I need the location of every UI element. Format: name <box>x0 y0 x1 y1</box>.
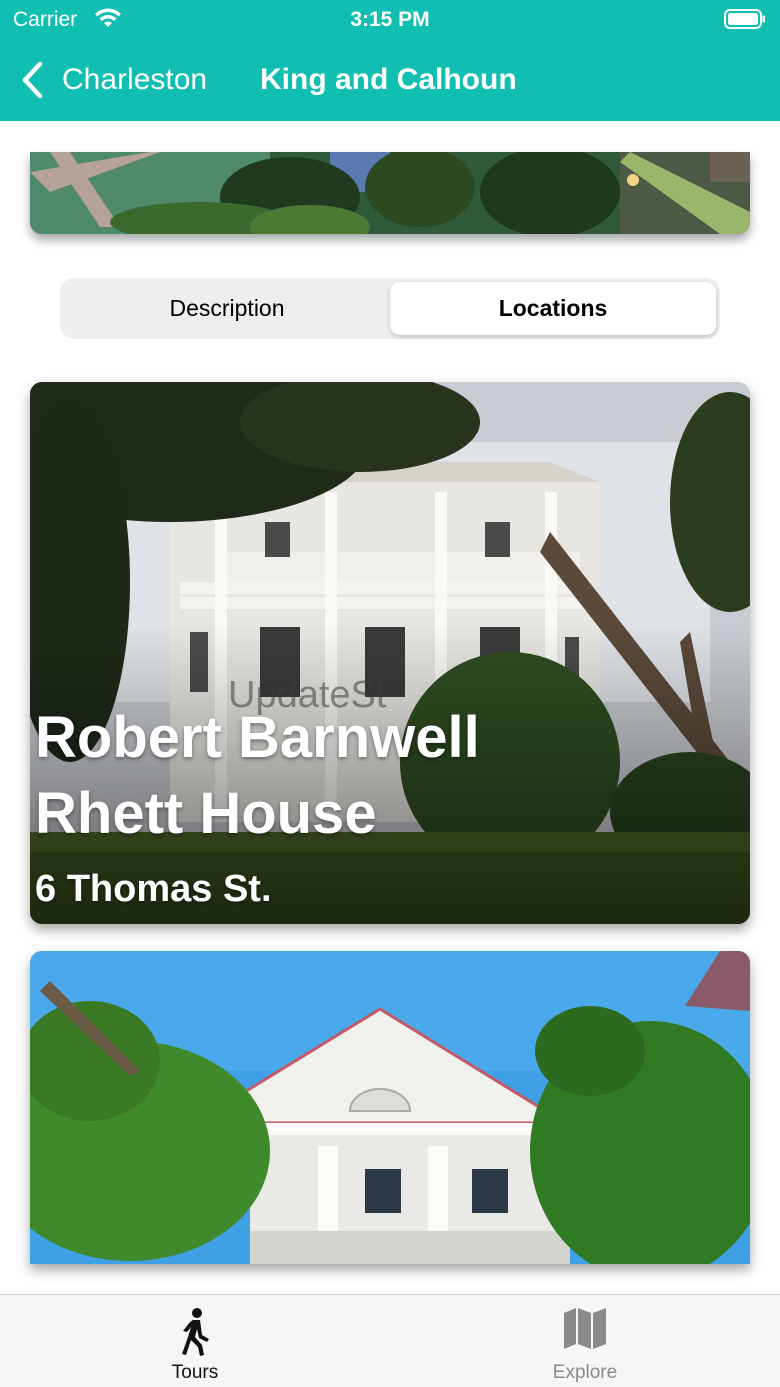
segment-description[interactable]: Description <box>64 282 390 335</box>
tab-bar: Tours Explore <box>0 1294 780 1387</box>
map-icon <box>564 1308 606 1349</box>
location-card[interactable] <box>30 951 750 1264</box>
navigation-bar: Charleston King and Calhoun <box>0 48 780 112</box>
segmented-control: Description Locations <box>60 278 720 339</box>
tab-tours[interactable]: Tours <box>0 1295 390 1387</box>
status-bar: Carrier 3:15 PM <box>0 0 780 40</box>
walking-person-icon <box>182 1308 209 1356</box>
tour-banner-image <box>30 152 750 234</box>
page-title: King and Calhoun <box>260 63 517 96</box>
back-button[interactable]: Charleston <box>20 58 207 102</box>
back-button-label: Charleston <box>62 63 208 96</box>
tab-tours-label: Tours <box>171 1362 219 1383</box>
location-address: 6 Thomas St. <box>35 868 272 910</box>
clock: 3:15 PM <box>350 8 430 31</box>
chevron-left-icon <box>22 61 43 99</box>
segment-locations[interactable]: Locations <box>390 282 716 335</box>
battery-icon <box>724 9 765 29</box>
location-photo <box>30 951 750 1264</box>
top-bar: Carrier 3:15 PM Charleston King and Calh… <box>0 0 780 121</box>
tab-explore[interactable]: Explore <box>390 1295 780 1387</box>
location-card[interactable]: UpdateSt Robert Barnwell Rhett House 6 T… <box>30 382 750 924</box>
location-name: Robert Barnwell Rhett House <box>35 705 480 846</box>
tab-explore-label: Explore <box>552 1362 618 1383</box>
